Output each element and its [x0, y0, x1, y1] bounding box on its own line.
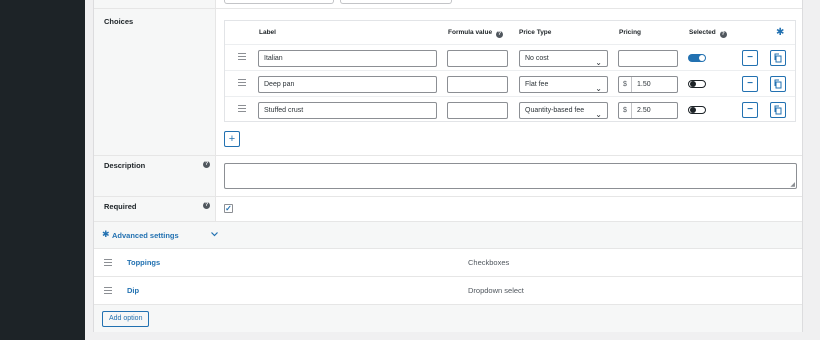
field-stub-right	[340, 0, 452, 4]
divider	[94, 196, 802, 197]
option-type: Checkboxes	[468, 258, 510, 267]
choice-row: Deep pan Flat fee ⌄ $ 1.50 −	[225, 70, 795, 96]
add-option-button[interactable]: Add option	[102, 311, 150, 327]
option-name-link[interactable]: Dip	[127, 286, 139, 295]
header-selected: Selected ?	[689, 29, 727, 38]
choice-label-input[interactable]: Stuffed crust	[258, 102, 437, 119]
choices-table: Label Formula value ? Price Type Pricing…	[224, 20, 796, 122]
price-type-select[interactable]: No cost ⌄	[519, 50, 608, 67]
choices-label: Choices	[104, 17, 134, 26]
drag-handle-icon[interactable]	[238, 105, 246, 114]
formula-value-input[interactable]	[447, 50, 508, 67]
divider	[94, 8, 802, 9]
option-panel: Choices Label Formula value ? Price Type…	[93, 0, 803, 332]
header-label: Label	[259, 29, 276, 36]
price-type-select[interactable]: Quantity-based fee ⌄	[519, 102, 608, 119]
price-type-value: Flat fee	[525, 81, 549, 88]
list-item[interactable]: Toppings Checkboxes	[94, 249, 802, 276]
price-value: 2.50	[637, 107, 651, 114]
question-circle-icon[interactable]: ?	[203, 202, 210, 209]
advanced-settings-link[interactable]: Advanced settings	[112, 231, 179, 240]
gear-icon[interactable]: ✱	[776, 27, 784, 38]
choice-row: Italian No cost ⌄ −	[225, 44, 795, 70]
choice-label-input[interactable]: Italian	[258, 50, 437, 67]
formula-value-input[interactable]	[447, 102, 508, 119]
chevron-down-icon[interactable]	[211, 232, 218, 237]
remove-choice-button[interactable]: −	[742, 50, 758, 66]
chevron-down-icon: ⌄	[595, 58, 602, 67]
price-value: 1.50	[637, 81, 651, 88]
copy-icon[interactable]	[770, 50, 786, 66]
currency-symbol: $	[619, 77, 632, 92]
required-label: Required	[104, 202, 137, 211]
question-circle-icon[interactable]: ?	[495, 31, 503, 38]
price-type-value: Quantity-based fee	[525, 107, 585, 114]
currency-symbol: $	[619, 103, 632, 118]
drag-handle-icon[interactable]	[104, 287, 112, 296]
field-stub-left	[224, 0, 334, 4]
header-selected-text: Selected	[689, 29, 716, 36]
pricing-input[interactable]: $ 1.50	[618, 76, 678, 93]
choice-label-input[interactable]: Deep pan	[258, 76, 437, 93]
copy-icon[interactable]	[770, 76, 786, 92]
copy-icon[interactable]	[770, 102, 786, 118]
drag-handle-icon[interactable]	[238, 53, 246, 62]
panel-footer: Add option	[94, 304, 802, 332]
add-choice-button[interactable]: +	[224, 131, 240, 147]
option-type: Dropdown select	[468, 286, 524, 295]
list-item[interactable]: Dip Dropdown select	[94, 277, 802, 304]
option-name-link[interactable]: Toppings	[127, 258, 160, 267]
chevron-down-icon: ⌄	[595, 84, 602, 93]
header-formula: Formula value ?	[448, 29, 503, 38]
formula-value-input[interactable]	[447, 76, 508, 93]
selected-toggle[interactable]	[688, 80, 706, 88]
gear-icon: ✱	[102, 229, 110, 239]
description-label: Description	[104, 161, 146, 170]
advanced-settings-row[interactable]: ✱ Advanced settings	[94, 221, 802, 248]
header-price-type: Price Type	[519, 29, 552, 36]
choice-row: Stuffed crust Quantity-based fee ⌄ $ 2.5…	[225, 96, 795, 122]
selected-toggle[interactable]	[688, 106, 706, 114]
selected-toggle[interactable]	[688, 54, 706, 62]
resize-handle-icon[interactable]: ◢	[790, 181, 795, 188]
description-textarea[interactable]: ◢	[224, 163, 797, 189]
drag-handle-icon[interactable]	[238, 79, 246, 88]
header-formula-text: Formula value	[448, 29, 493, 36]
pricing-input[interactable]	[618, 50, 678, 67]
admin-sidebar	[0, 0, 85, 340]
header-pricing: Pricing	[619, 29, 642, 36]
pricing-input[interactable]: $ 2.50	[618, 102, 678, 119]
remove-choice-button[interactable]: −	[742, 76, 758, 92]
question-circle-icon[interactable]: ?	[719, 31, 727, 38]
required-checkbox[interactable]: ✓	[224, 204, 233, 213]
remove-choice-button[interactable]: −	[742, 102, 758, 118]
price-type-select[interactable]: Flat fee ⌄	[519, 76, 608, 93]
chevron-down-icon: ⌄	[595, 110, 602, 119]
drag-handle-icon[interactable]	[104, 259, 112, 268]
question-circle-icon[interactable]: ?	[203, 161, 210, 168]
divider	[94, 155, 802, 156]
price-type-value: No cost	[525, 55, 549, 62]
main-content: Choices Label Formula value ? Price Type…	[85, 0, 820, 340]
